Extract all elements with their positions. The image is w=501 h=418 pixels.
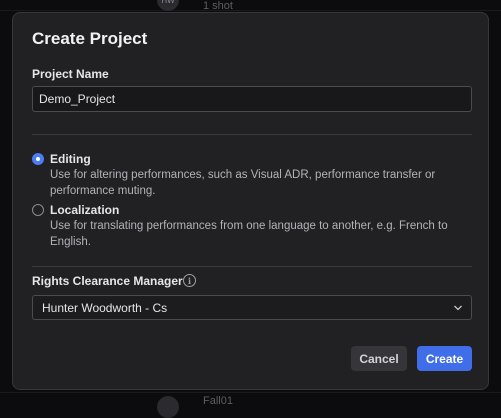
background-row-text: Fall01	[203, 395, 233, 407]
rights-clearance-label: Rights Clearance Manager	[32, 274, 183, 288]
section-divider	[32, 134, 472, 135]
background-avatar-initials: HW	[161, 0, 174, 5]
option-editing-description: Use for altering performances, such as V…	[50, 167, 470, 199]
background-divider	[0, 10, 501, 11]
chevron-down-icon	[453, 303, 463, 313]
rights-manager-select[interactable]: Hunter Woodworth - Cs	[32, 295, 472, 320]
section-divider	[32, 266, 472, 267]
create-project-dialog: Create Project Project Name Editing Use …	[12, 12, 489, 390]
dialog-title: Create Project	[32, 29, 147, 49]
project-name-label: Project Name	[32, 67, 109, 81]
info-icon[interactable]: i	[183, 274, 196, 287]
rights-manager-value: Hunter Woodworth - Cs	[42, 301, 167, 315]
radio-editing[interactable]	[32, 153, 44, 165]
radio-localization[interactable]	[32, 204, 44, 216]
info-icon-glyph: i	[188, 276, 191, 286]
option-localization-description: Use for translating performances from on…	[50, 218, 470, 250]
background-row-text: 1 shot	[203, 0, 233, 12]
cancel-button[interactable]: Cancel	[351, 346, 407, 371]
create-button[interactable]: Create	[417, 346, 472, 371]
option-editing-title[interactable]: Editing	[50, 152, 91, 166]
background-avatar	[157, 396, 179, 418]
option-localization-title[interactable]: Localization	[50, 203, 119, 217]
project-name-input[interactable]	[32, 86, 472, 112]
background-divider	[0, 392, 501, 393]
